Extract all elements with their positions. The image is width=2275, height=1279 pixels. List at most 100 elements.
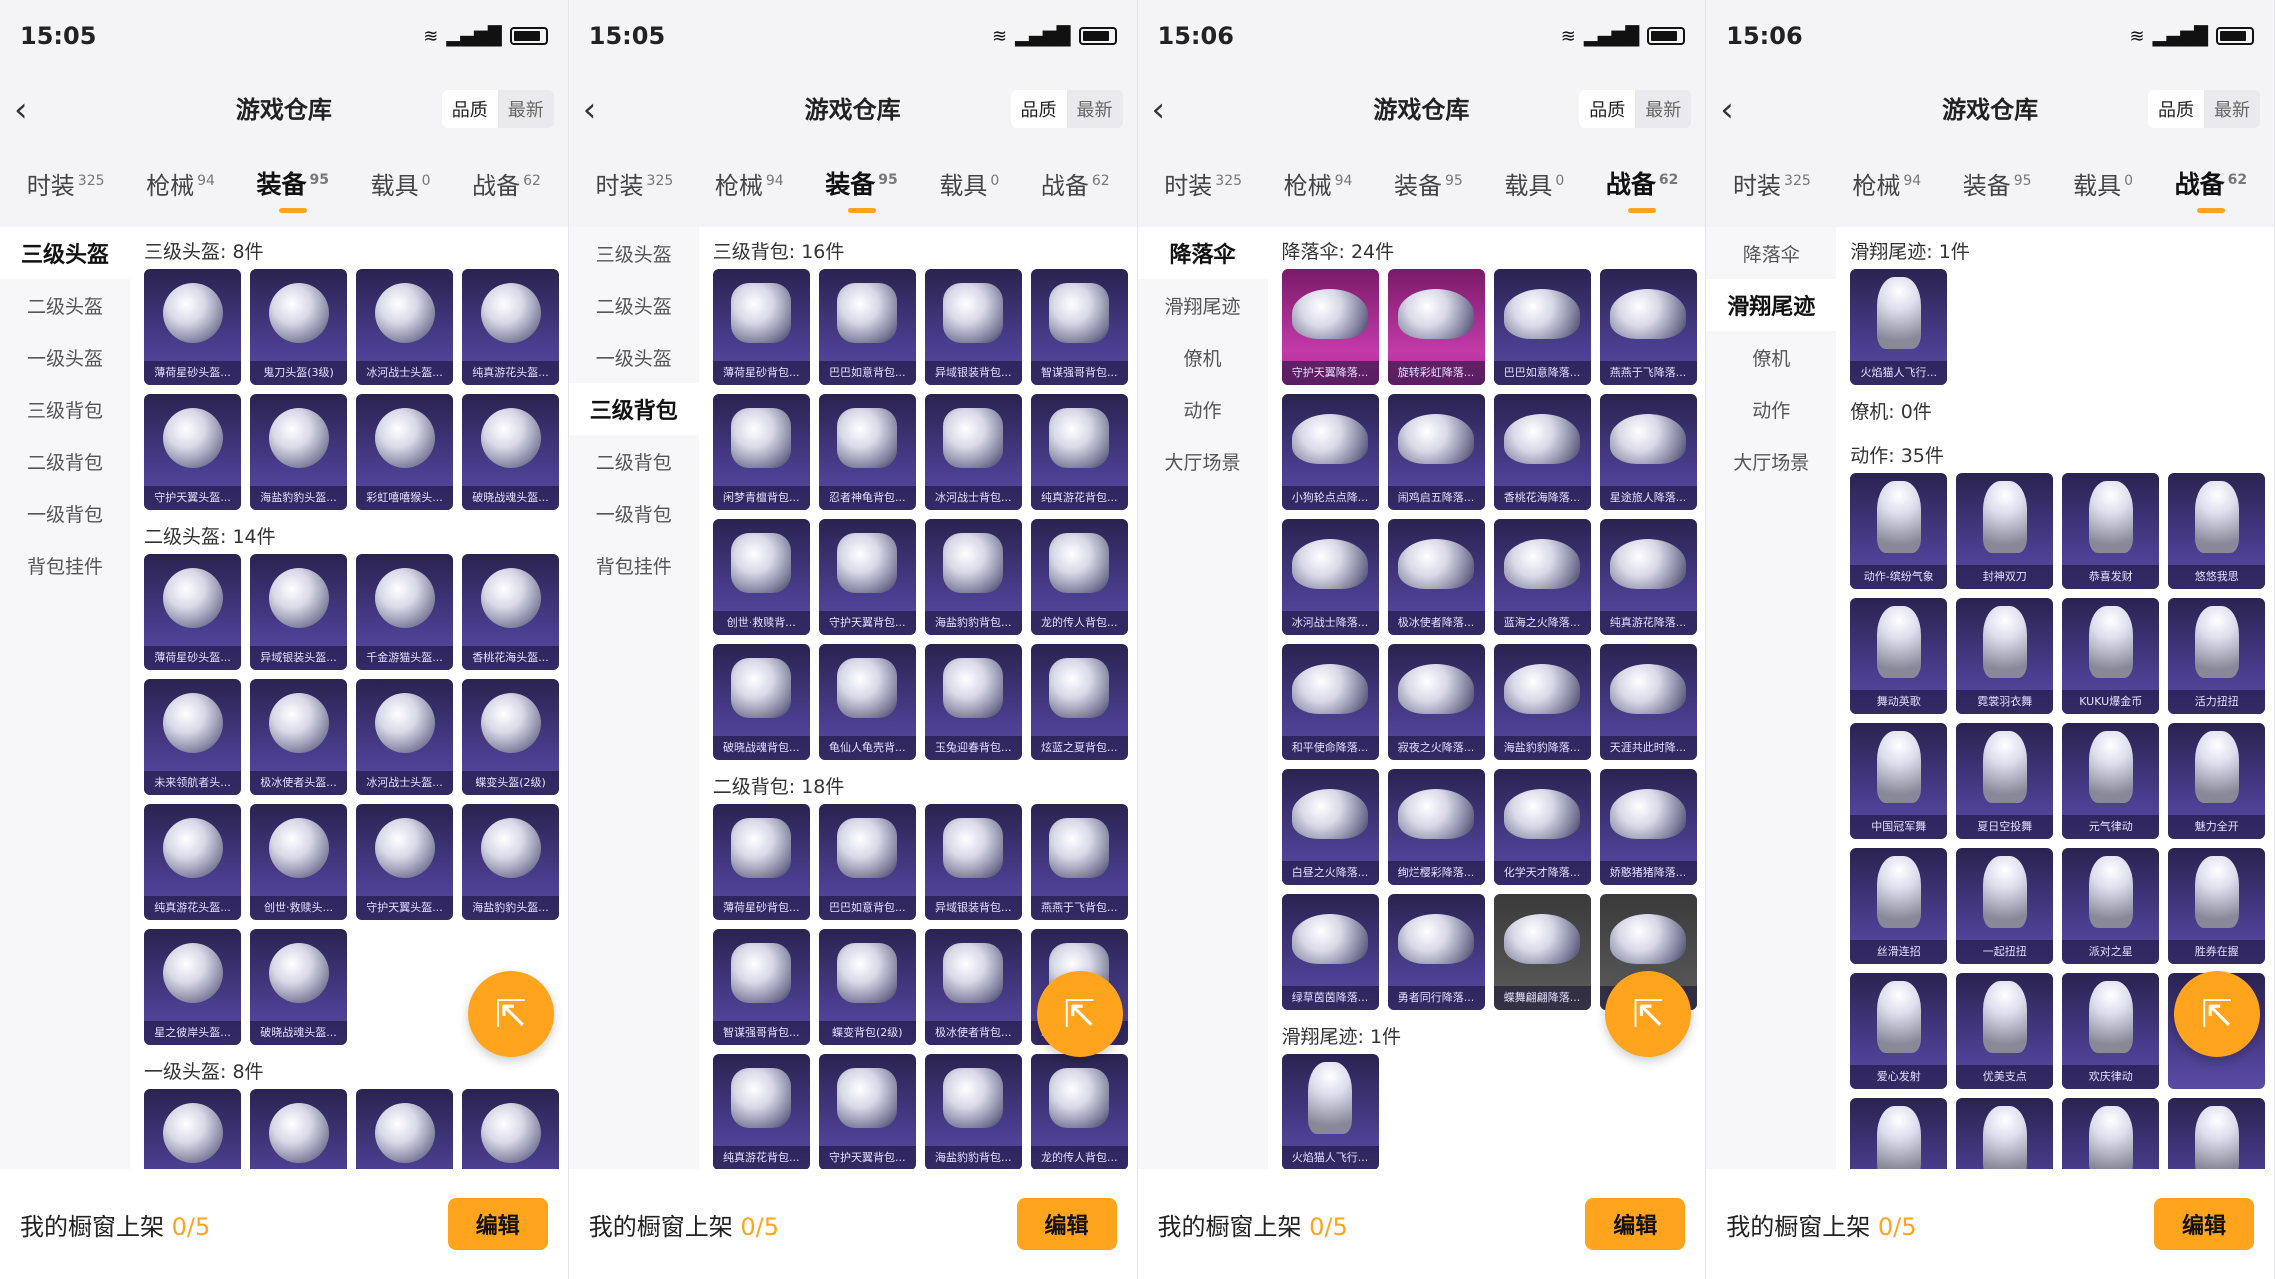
item-card[interactable] <box>1850 1098 1948 1169</box>
item-card[interactable]: 冰河战士背包... <box>924 394 1022 510</box>
tab-category[interactable]: 装备 95 <box>1963 166 2032 201</box>
sidebar-item[interactable]: 二级头盔 <box>569 279 699 331</box>
sidebar-item[interactable]: 三级头盔 <box>569 227 699 279</box>
item-card[interactable]: 霓裳羽衣舞 <box>1956 598 2054 714</box>
item-card[interactable]: 纯真游花背包... <box>712 1054 810 1169</box>
item-card[interactable]: 舞动英歌 <box>1850 598 1948 714</box>
item-card[interactable] <box>462 1089 559 1169</box>
item-card[interactable]: 魅力全开 <box>2168 723 2266 839</box>
item-card[interactable]: 火焰猫人飞行... <box>1850 269 1948 385</box>
item-card[interactable]: 守护天翼降落... <box>1281 269 1379 385</box>
item-card[interactable]: 蝶变背包(2级) <box>818 929 916 1045</box>
sort-option[interactable]: 最新 <box>2204 90 2260 128</box>
edit-button[interactable]: 编辑 <box>2154 1198 2254 1250</box>
item-card[interactable]: 闲梦青檀背包... <box>712 394 810 510</box>
item-card[interactable]: 恭喜发财 <box>2062 473 2160 589</box>
tab-category[interactable]: 战备 62 <box>472 166 541 201</box>
item-card[interactable]: 异域银装背包... <box>924 269 1022 385</box>
tab-category[interactable]: 载具 0 <box>1504 166 1564 201</box>
item-card[interactable]: 智谋强哥背包... <box>1030 269 1128 385</box>
item-card[interactable]: 极冰使者背包... <box>924 929 1022 1045</box>
item-card[interactable]: 极冰使者头盔... <box>250 679 347 795</box>
sort-option[interactable]: 最新 <box>498 90 554 128</box>
tab-category[interactable]: 载具 0 <box>371 166 431 201</box>
sidebar-item[interactable]: 降落伞 <box>1137 227 1268 279</box>
sidebar-item[interactable]: 大厅场景 <box>1706 435 1836 487</box>
item-card[interactable]: 燕燕于飞背包... <box>1030 804 1128 920</box>
sidebar-item[interactable]: 三级背包 <box>0 383 130 435</box>
item-card[interactable]: 千金游猫头盔... <box>356 554 453 670</box>
item-card[interactable]: 中国冠军舞 <box>1850 723 1948 839</box>
sidebar-item[interactable]: 一级背包 <box>569 487 699 539</box>
tab-category[interactable]: 时装 325 <box>596 166 674 201</box>
item-card[interactable]: 优美支点 <box>1956 973 2054 1089</box>
sidebar-item[interactable]: 动作 <box>1706 383 1836 435</box>
sort-option[interactable]: 最新 <box>1635 90 1691 128</box>
back-icon[interactable]: ‹ <box>1152 90 1166 130</box>
item-card[interactable]: 彩虹嘻嘻猴头... <box>356 394 453 510</box>
item-card[interactable]: 鬼刀头盔(3级) <box>250 269 347 385</box>
item-card[interactable]: 龙的传人背包... <box>1030 519 1128 635</box>
item-card[interactable]: 智谋强哥背包... <box>712 929 810 1045</box>
item-card[interactable]: 欢庆律动 <box>2062 973 2160 1089</box>
sidebar-item[interactable]: 降落伞 <box>1706 227 1836 279</box>
sidebar-item[interactable]: 一级头盔 <box>0 331 130 383</box>
item-card[interactable]: 燕燕于飞降落... <box>1599 269 1697 385</box>
item-card[interactable]: 纯真游花降落... <box>1599 519 1697 635</box>
tab-category[interactable]: 枪械 94 <box>1852 166 1921 201</box>
item-card[interactable]: 异域银装背包... <box>924 804 1022 920</box>
item-card[interactable]: 绿草茵茵降落... <box>1281 894 1379 1010</box>
item-card[interactable]: 香桃花海降落... <box>1493 394 1591 510</box>
item-card[interactable]: 闹鸡启五降落... <box>1387 394 1485 510</box>
back-icon[interactable]: ‹ <box>1720 90 1734 130</box>
tab-category[interactable]: 装备 95 <box>1394 166 1463 201</box>
sidebar-item[interactable]: 二级头盔 <box>0 279 130 331</box>
item-card[interactable]: 娇憨猪猪降落... <box>1599 769 1697 885</box>
edit-button[interactable]: 编辑 <box>447 1198 548 1250</box>
item-card[interactable]: 一起扭扭 <box>1956 848 2054 964</box>
edit-button[interactable]: 编辑 <box>1016 1198 1117 1250</box>
sidebar-item[interactable]: 滑翔尾迹 <box>1706 279 1837 331</box>
sidebar-item[interactable]: 一级背包 <box>0 487 130 539</box>
item-card[interactable]: 海盐豹豹头盔... <box>462 804 559 920</box>
item-card[interactable]: 薄荷星砂头盔... <box>144 554 241 670</box>
sidebar-item[interactable]: 二级背包 <box>0 435 130 487</box>
sidebar-item[interactable]: 三级头盔 <box>0 227 130 279</box>
item-card[interactable]: 守护天翼头盔... <box>144 394 241 510</box>
tab-category[interactable]: 时装 325 <box>1164 166 1242 201</box>
item-card[interactable]: 海盐豹豹降落... <box>1493 644 1591 760</box>
item-card[interactable]: 蝶变头盔(2级) <box>462 679 559 795</box>
item-card[interactable]: 炫蓝之夏背包... <box>1030 644 1128 760</box>
item-card[interactable]: 小狗轮点点降... <box>1281 394 1379 510</box>
sort-option[interactable]: 最新 <box>1067 90 1123 128</box>
sidebar-item[interactable]: 僚机 <box>1706 331 1836 383</box>
tab-category[interactable]: 战备 62 <box>1606 165 1678 213</box>
tab-category[interactable]: 载具 0 <box>939 166 999 201</box>
tab-category[interactable]: 枪械 94 <box>146 166 215 201</box>
item-card[interactable]: 丝滑连招 <box>1850 848 1948 964</box>
sidebar-item[interactable]: 三级背包 <box>568 383 699 435</box>
item-card[interactable]: 和平使命降落... <box>1281 644 1379 760</box>
item-card[interactable] <box>144 1089 241 1169</box>
item-card[interactable]: 派对之星 <box>2062 848 2160 964</box>
item-card[interactable] <box>250 1089 347 1169</box>
item-card[interactable]: 悠悠我思 <box>2168 473 2266 589</box>
item-card[interactable]: 海盐豹豹背包... <box>924 519 1022 635</box>
item-card[interactable]: 薄荷星砂头盔... <box>144 269 241 385</box>
item-card[interactable]: 寂夜之火降落... <box>1387 644 1485 760</box>
item-card[interactable]: 创世·救赎头... <box>250 804 347 920</box>
item-card[interactable]: 冰河战士降落... <box>1281 519 1379 635</box>
sidebar-item[interactable]: 一级头盔 <box>569 331 699 383</box>
back-icon[interactable]: ‹ <box>14 90 28 130</box>
share-button[interactable]: ⇱ <box>1036 971 1123 1057</box>
item-card[interactable]: 胜券在握 <box>2168 848 2266 964</box>
tab-category[interactable]: 时装 325 <box>27 166 105 201</box>
item-card[interactable] <box>356 1089 453 1169</box>
item-card[interactable]: 旋转彩虹降落... <box>1387 269 1485 385</box>
item-card[interactable] <box>1956 1098 2054 1169</box>
share-button[interactable]: ⇱ <box>467 971 554 1057</box>
item-card[interactable]: 绚烂樱彩降落... <box>1387 769 1485 885</box>
sidebar-item[interactable]: 滑翔尾迹 <box>1138 279 1268 331</box>
item-card[interactable]: 忍者神龟背包... <box>818 394 916 510</box>
tab-category[interactable]: 时装 325 <box>1733 166 1811 201</box>
